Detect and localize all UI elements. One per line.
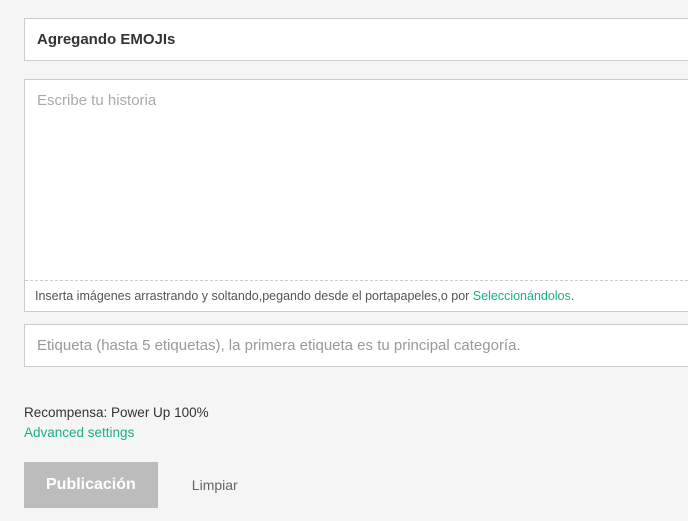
- story-textarea[interactable]: [25, 80, 688, 275]
- advanced-settings-link[interactable]: Advanced settings: [24, 425, 134, 440]
- image-hint-prefix: Inserta imágenes arrastrando y soltando,…: [35, 289, 473, 303]
- tags-input[interactable]: [24, 324, 688, 367]
- story-editor: Inserta imágenes arrastrando y soltando,…: [24, 79, 688, 312]
- post-title-input[interactable]: [24, 18, 688, 61]
- reward-label: Recompensa: Power Up 100%: [24, 405, 688, 420]
- publish-button[interactable]: Publicación: [24, 462, 158, 508]
- image-hint-suffix: .: [571, 289, 574, 303]
- select-images-link[interactable]: Seleccionándolos: [473, 289, 571, 303]
- action-row: Publicación Limpiar: [24, 462, 688, 508]
- image-upload-hint: Inserta imágenes arrastrando y soltando,…: [25, 280, 688, 311]
- clear-link[interactable]: Limpiar: [192, 477, 238, 493]
